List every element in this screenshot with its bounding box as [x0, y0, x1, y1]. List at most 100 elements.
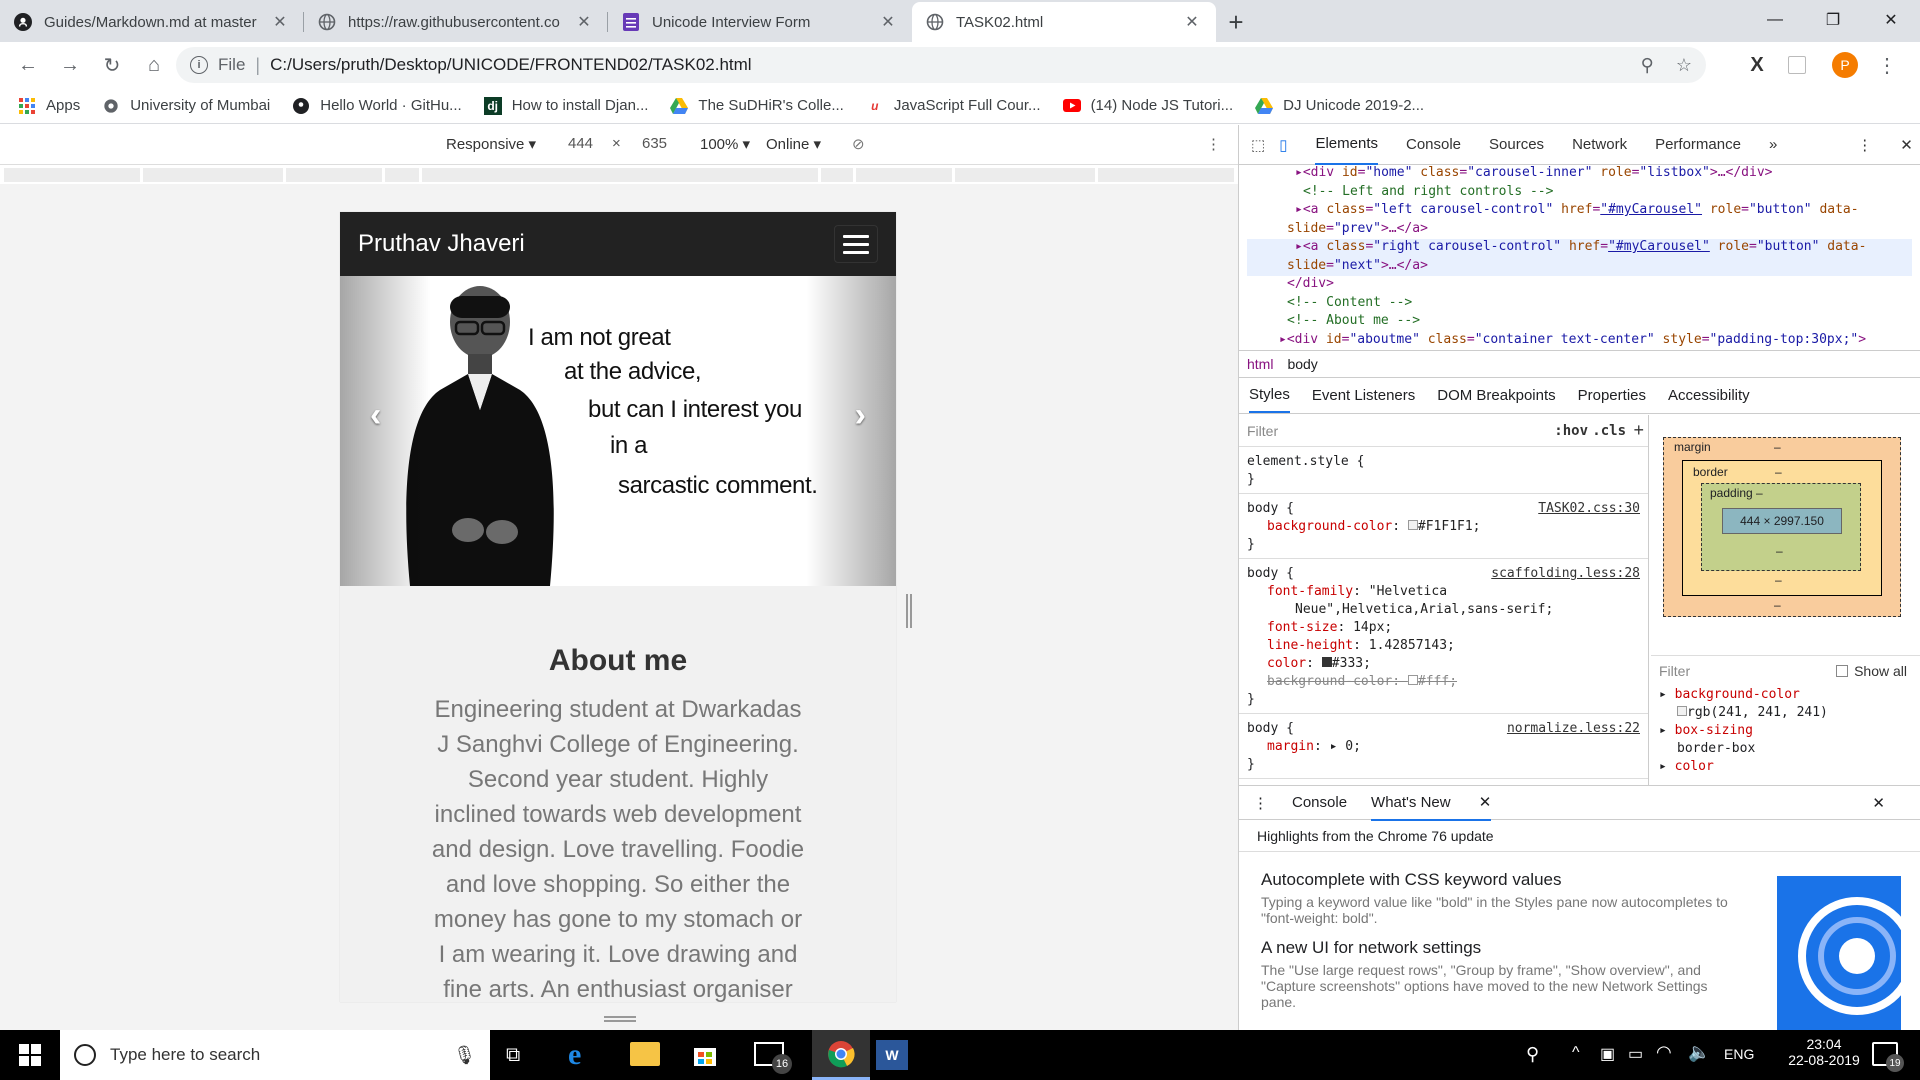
language-indicator[interactable]: ENG — [1724, 1046, 1754, 1062]
media-query-ruler[interactable] — [0, 166, 1238, 184]
profile-avatar[interactable]: P — [1830, 50, 1860, 80]
tab-network[interactable]: Network — [1572, 125, 1627, 165]
devtools-menu-icon[interactable]: ⋮ — [1857, 125, 1872, 165]
inspect-element-icon[interactable]: ⬚ — [1251, 125, 1265, 165]
tray-app-icon[interactable]: ▣ — [1600, 1044, 1615, 1064]
microphone-icon[interactable]: 🎙 — [453, 1045, 476, 1066]
close-window-icon[interactable]: ✕ — [1862, 0, 1920, 40]
zoom-dropdown[interactable]: 100% ▾ — [700, 135, 750, 153]
forward-icon[interactable]: → — [52, 47, 88, 83]
info-icon[interactable]: i — [190, 56, 208, 74]
device-menu-icon[interactable]: ⋮ — [1206, 135, 1221, 153]
hov-toggle[interactable]: :hov — [1554, 423, 1588, 439]
source-link[interactable]: scaffolding.less:28 — [1491, 565, 1640, 583]
wifi-icon[interactable]: ◠ — [1656, 1042, 1672, 1063]
device-width-input[interactable]: 444 — [568, 135, 593, 152]
subtab-event-listeners[interactable]: Event Listeners — [1312, 387, 1415, 404]
add-rule-icon[interactable]: + — [1633, 420, 1644, 441]
margin-box[interactable]: margin – border – padding – 444 × 2997.1… — [1663, 437, 1901, 617]
zoom-icon[interactable]: ⚲ — [1641, 55, 1654, 76]
tab-raw-github[interactable]: https://raw.githubusercontent.co ✕ — [304, 2, 608, 42]
close-tab-icon[interactable]: ✕ — [1182, 12, 1202, 32]
clock[interactable]: 23:04 22-08-2019 — [1784, 1036, 1864, 1068]
padding-box[interactable]: padding – 444 × 2997.150 – — [1701, 483, 1861, 571]
device-height-input[interactable]: 635 — [642, 135, 667, 152]
file-explorer-icon[interactable] — [630, 1042, 660, 1066]
computed-filter-input[interactable]: Filter Show all — [1651, 656, 1920, 686]
computed-prop[interactable]: ▸ background-color — [1659, 686, 1920, 704]
people-icon[interactable]: ⚲ — [1526, 1044, 1539, 1065]
bookmark-hello-world[interactable]: Hello World · GitHu... — [292, 97, 462, 115]
tab-console[interactable]: Console — [1406, 125, 1461, 165]
crumb-html[interactable]: html — [1247, 356, 1273, 372]
source-link[interactable]: TASK02.css:30 — [1538, 500, 1640, 518]
drawer-menu-icon[interactable]: ⋮ — [1253, 794, 1268, 812]
style-rule[interactable]: TASK02.css:30 body { background-color: #… — [1239, 494, 1648, 559]
throttle-dropdown[interactable]: Online ▾ — [766, 135, 821, 153]
resize-handle-right[interactable] — [906, 594, 912, 628]
tab-unicode-form[interactable]: Unicode Interview Form ✕ — [608, 2, 912, 42]
bookmark-star-icon[interactable]: ☆ — [1676, 55, 1692, 76]
carousel-prev-icon[interactable]: ‹ — [370, 396, 381, 435]
mail-icon[interactable]: 16 — [754, 1042, 792, 1074]
close-tab-icon[interactable]: ✕ — [270, 12, 290, 32]
site-brand[interactable]: Pruthav Jhaveri — [358, 230, 525, 258]
feature-title[interactable]: Autocomplete with CSS keyword values — [1261, 870, 1741, 890]
subtab-accessibility[interactable]: Accessibility — [1668, 387, 1750, 404]
bookmark-node-tutorial[interactable]: (14) Node JS Tutori... — [1062, 97, 1233, 115]
tray-chevron-icon[interactable]: ^ — [1572, 1044, 1580, 1062]
style-rule[interactable]: scaffolding.less:28 body { font-family: … — [1239, 559, 1648, 714]
bookmark-javascript[interactable]: u JavaScript Full Cour... — [866, 97, 1040, 115]
dom-tree[interactable]: ▸<div id="home" class="carousel-inner" r… — [1239, 165, 1920, 350]
style-rule[interactable]: element.style {} — [1239, 447, 1648, 494]
store-icon[interactable] — [692, 1042, 718, 1068]
extension-x-icon[interactable]: X — [1742, 50, 1772, 80]
taskbar-search[interactable]: Type here to search 🎙 — [60, 1030, 490, 1080]
bookmark-apps[interactable]: Apps — [18, 97, 80, 115]
drawer-tab-console[interactable]: Console — [1292, 794, 1347, 811]
style-rule[interactable]: normalize.less:22 body { margin: ▸ 0; } — [1239, 714, 1648, 779]
crumb-body[interactable]: body — [1287, 356, 1317, 372]
border-box[interactable]: border – padding – 444 × 2997.150 – – — [1682, 460, 1882, 596]
tab-task02[interactable]: TASK02.html ✕ — [912, 2, 1216, 42]
menu-icon[interactable]: ⋮ — [1872, 50, 1902, 80]
action-center-icon[interactable]: 19 — [1872, 1042, 1904, 1072]
drawer-tab-whats-new[interactable]: What's New ✕ — [1371, 785, 1492, 821]
extension-box-icon[interactable] — [1782, 50, 1812, 80]
word-icon[interactable]: W — [876, 1040, 908, 1070]
tab-performance[interactable]: Performance — [1655, 125, 1741, 165]
subtab-properties[interactable]: Properties — [1578, 387, 1646, 404]
volume-icon[interactable]: 🔈 — [1688, 1042, 1710, 1063]
bookmark-django[interactable]: dj How to install Djan... — [483, 96, 648, 115]
home-icon[interactable]: ⌂ — [136, 47, 172, 83]
task-view-icon[interactable]: ⧉ — [506, 1044, 520, 1067]
windows-start-icon[interactable] — [0, 1030, 60, 1080]
maximize-icon[interactable]: ❐ — [1804, 0, 1862, 40]
devtools-close-icon[interactable]: ✕ — [1900, 125, 1913, 165]
minimize-icon[interactable]: — — [1746, 0, 1804, 40]
new-tab-button[interactable]: + — [1216, 2, 1256, 42]
battery-icon[interactable]: ▭ — [1628, 1044, 1643, 1064]
source-link[interactable]: normalize.less:22 — [1507, 720, 1640, 738]
responsive-dropdown[interactable]: Responsive ▾ — [446, 135, 536, 153]
content-box[interactable]: 444 × 2997.150 — [1722, 508, 1842, 534]
chrome-icon[interactable] — [812, 1030, 870, 1080]
subtab-dom-breakpoints[interactable]: DOM Breakpoints — [1437, 387, 1555, 404]
tab-sources[interactable]: Sources — [1489, 125, 1544, 165]
back-icon[interactable]: ← — [10, 47, 46, 83]
close-tab-icon[interactable]: ✕ — [878, 12, 898, 32]
edge-icon[interactable]: e — [568, 1038, 581, 1072]
computed-prop[interactable]: ▸ color — [1659, 758, 1920, 776]
close-tab-icon[interactable]: ✕ — [574, 12, 594, 32]
drawer-close-icon[interactable]: ✕ — [1872, 794, 1885, 812]
device-toggle-icon[interactable]: ▯ — [1279, 125, 1287, 165]
styles-filter-input[interactable]: Filter :hov .cls + — [1239, 415, 1648, 447]
cls-toggle[interactable]: .cls — [1592, 423, 1626, 439]
more-tabs-icon[interactable]: » — [1769, 125, 1777, 165]
computed-prop[interactable]: ▸ box-sizing — [1659, 722, 1920, 740]
bookmark-dj-unicode[interactable]: DJ Unicode 2019-2... — [1255, 97, 1424, 115]
resize-handle-bottom[interactable] — [604, 1016, 636, 1022]
carousel-next-icon[interactable]: › — [855, 396, 866, 435]
show-all-checkbox[interactable]: Show all — [1836, 663, 1907, 679]
tab-elements[interactable]: Elements — [1315, 125, 1378, 165]
